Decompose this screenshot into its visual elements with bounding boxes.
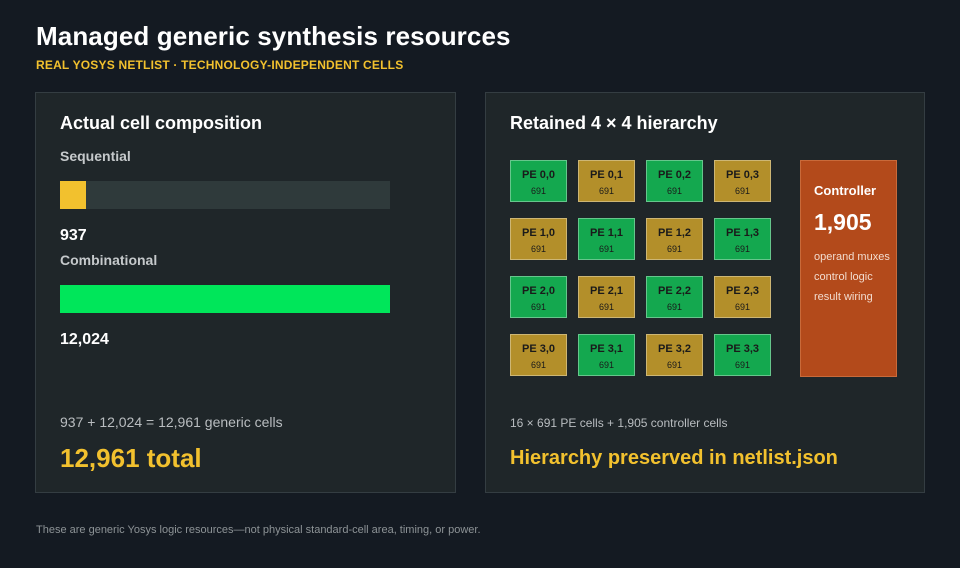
pe-count: 691 (598, 186, 615, 196)
page-title: Managed generic synthesis resources (36, 21, 511, 51)
hierarchy-note: 16 × 691 PE cells + 1,905 controller cel… (510, 416, 728, 430)
pe-name: PE 3,1 (589, 343, 624, 355)
pe-cell: PE 0,2 691 (646, 160, 703, 202)
pe-cell: PE 0,1 691 (578, 160, 635, 202)
pe-count: 691 (734, 302, 751, 312)
pe-cell: PE 1,1 691 (578, 218, 635, 260)
pe-name: PE 3,3 (725, 343, 760, 355)
combinational-value: 12,024 (60, 331, 109, 348)
controller-title: Controller (814, 183, 877, 198)
pe-name: PE 1,0 (521, 227, 556, 239)
page-subtitle: REAL YOSYS NETLIST · TECHNOLOGY-INDEPEND… (36, 58, 404, 72)
cell-equation: 937 + 12,024 = 12,961 generic cells (60, 414, 283, 430)
pe-count: 691 (666, 360, 683, 370)
pe-cell: PE 3,3 691 (714, 334, 771, 376)
pe-cell: PE 2,1 691 (578, 276, 635, 318)
combinational-bar-track (60, 285, 390, 313)
sequential-label: Sequential (60, 148, 131, 164)
pe-cell: PE 1,0 691 (510, 218, 567, 260)
controller-line: operand muxes (814, 251, 890, 263)
pe-count: 691 (734, 360, 751, 370)
hierarchy-title: Retained 4 × 4 hierarchy (510, 113, 718, 133)
sequential-bar-fill (60, 181, 86, 209)
pe-name: PE 0,2 (657, 169, 692, 181)
pe-count: 691 (530, 244, 547, 254)
pe-cell: PE 0,3 691 (714, 160, 771, 202)
combinational-label: Combinational (60, 252, 158, 268)
sequential-value: 937 (60, 227, 87, 244)
pe-name: PE 1,2 (657, 227, 692, 239)
pe-cell: PE 3,2 691 (646, 334, 703, 376)
pe-name: PE 2,0 (521, 285, 556, 297)
pe-count: 691 (666, 244, 683, 254)
pe-cell: PE 1,3 691 (714, 218, 771, 260)
pe-name: PE 0,1 (589, 169, 624, 181)
pe-name: PE 3,0 (521, 343, 556, 355)
pe-cell: PE 0,0 691 (510, 160, 567, 202)
pe-name: PE 1,1 (589, 227, 624, 239)
pe-name: PE 1,3 (725, 227, 760, 239)
combinational-bar-fill (60, 285, 390, 313)
pe-count: 691 (530, 360, 547, 370)
pe-cell: PE 2,0 691 (510, 276, 567, 318)
pe-cell: PE 1,2 691 (646, 218, 703, 260)
pe-cell: PE 3,0 691 (510, 334, 567, 376)
pe-count: 691 (530, 186, 547, 196)
pe-name: PE 2,3 (725, 285, 760, 297)
pe-name: PE 0,3 (725, 169, 760, 181)
cell-total: 12,961 total (60, 443, 202, 473)
footer-note: These are generic Yosys logic resources—… (36, 524, 481, 536)
pe-count: 691 (666, 302, 683, 312)
hierarchy-highlight: Hierarchy preserved in netlist.json (510, 447, 838, 469)
pe-count: 691 (666, 186, 683, 196)
pe-count: 691 (530, 302, 547, 312)
pe-name: PE 2,1 (589, 285, 624, 297)
controller-block: Controller 1,905 operand muxes control l… (800, 160, 897, 377)
pe-cell: PE 2,2 691 (646, 276, 703, 318)
pe-name: PE 2,2 (657, 285, 692, 297)
pe-grid: PE 0,0 691 PE 0,1 691 PE 0,2 691 PE 0,3 691 PE 1… (510, 160, 771, 376)
controller-value: 1,905 (814, 209, 872, 235)
pe-cell: PE 2,3 691 (714, 276, 771, 318)
pe-count: 691 (734, 244, 751, 254)
hierarchy-panel: Retained 4 × 4 hierarchy PE 0,0 691 PE 0,1… (485, 92, 925, 493)
controller-line: result wiring (814, 291, 873, 303)
pe-count: 691 (598, 244, 615, 254)
pe-name: PE 0,0 (521, 169, 556, 181)
pe-name: PE 3,2 (657, 343, 692, 355)
pe-count: 691 (598, 360, 615, 370)
controller-line: control logic (814, 271, 873, 283)
cell-composition-panel: Actual cell composition Sequential 937 C… (35, 92, 456, 493)
sequential-bar-track (60, 181, 390, 209)
cell-composition-title: Actual cell composition (60, 113, 263, 133)
pe-count: 691 (734, 186, 751, 196)
pe-count: 691 (598, 302, 615, 312)
pe-cell: PE 3,1 691 (578, 334, 635, 376)
